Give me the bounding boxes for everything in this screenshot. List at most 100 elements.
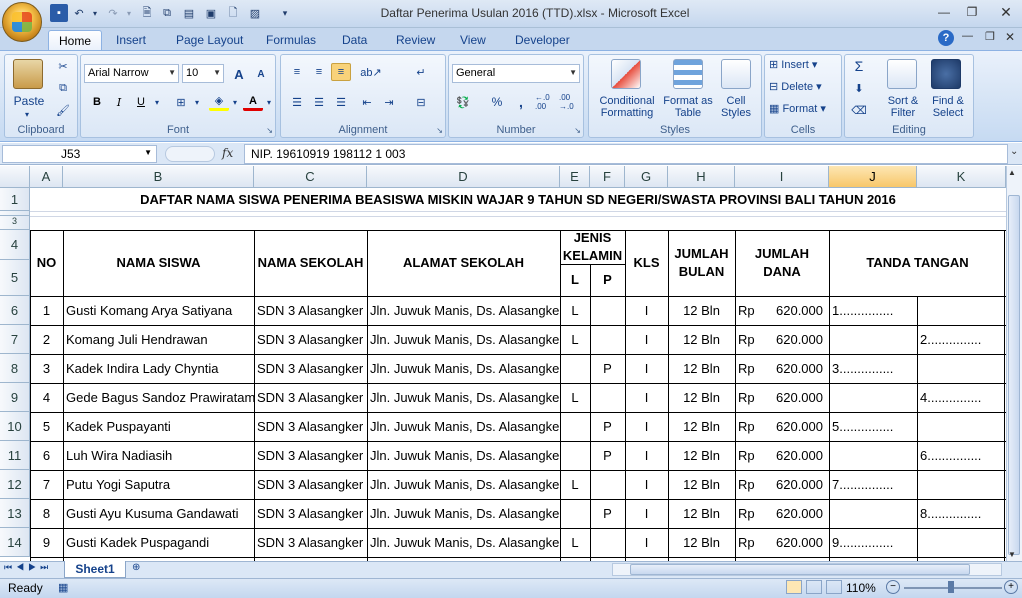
- cell-p[interactable]: [590, 528, 625, 557]
- zoom-slider-thumb[interactable]: [948, 581, 954, 593]
- column-header-e[interactable]: E: [560, 166, 590, 188]
- office-button[interactable]: [2, 2, 42, 42]
- zoom-level[interactable]: 110%: [846, 581, 876, 595]
- cell-jumlah-dana[interactable]: 620.000: [770, 354, 829, 383]
- cell-alamat[interactable]: Jln. Juwuk Manis, Ds. Alasangker: [367, 441, 560, 470]
- column-header-f[interactable]: F: [590, 166, 625, 188]
- sheet-nav-icon[interactable]: ⏮◀▶⏭: [4, 562, 52, 573]
- cell-alamat[interactable]: Jln. Juwuk Manis, Ds. Alasangker: [367, 499, 560, 528]
- cell-jumlah-bulan[interactable]: 12 Bln: [668, 383, 735, 412]
- cell-l[interactable]: L: [560, 325, 590, 354]
- customize-qa-icon[interactable]: ▾: [276, 4, 294, 22]
- cell-rp[interactable]: Rp: [735, 499, 770, 528]
- cell-jumlah-bulan[interactable]: 12 Bln: [668, 528, 735, 557]
- cell-alamat[interactable]: Jln. Juwuk Manis, Ds. Alasangker: [367, 296, 560, 325]
- tab-formulas[interactable]: Formulas: [256, 30, 326, 50]
- cell-jumlah-dana[interactable]: 620.000: [770, 499, 829, 528]
- cell-jumlah-dana[interactable]: 620.000: [770, 470, 829, 499]
- currency-icon[interactable]: 💱: [453, 93, 473, 111]
- cell-alamat[interactable]: Jln. Juwuk Manis, Ds. Alasangker: [367, 528, 560, 557]
- merge-center-icon[interactable]: ⊟: [411, 93, 431, 111]
- header-nama-siswa[interactable]: NAMA SISWA: [63, 230, 254, 296]
- header-tanda-tangan[interactable]: TANDA TANGAN: [829, 230, 1006, 296]
- sheet-title[interactable]: DAFTAR NAMA SISWA PENERIMA BEASISWA MISK…: [30, 188, 1006, 211]
- align-top-icon[interactable]: ≡: [287, 63, 307, 81]
- formula-input[interactable]: NIP. 19610919 198112 1 003: [244, 144, 1008, 164]
- cell-nama-sekolah[interactable]: SDN 3 Alasangker: [254, 499, 367, 528]
- tab-page-layout[interactable]: Page Layout: [166, 30, 253, 50]
- row-header-13[interactable]: 13: [0, 499, 30, 528]
- column-header-d[interactable]: D: [367, 166, 560, 188]
- tab-view[interactable]: View: [450, 30, 496, 50]
- cell-p[interactable]: [590, 383, 625, 412]
- row-header-9[interactable]: 9: [0, 383, 30, 412]
- cell-ttd-j[interactable]: 9...............: [829, 528, 917, 557]
- underline-dropdown-icon[interactable]: ▾: [147, 93, 167, 111]
- header-jumlah-bulan[interactable]: JUMLAH BULAN: [668, 230, 735, 296]
- column-header-a[interactable]: A: [30, 166, 63, 188]
- cut-icon[interactable]: ✂: [53, 57, 73, 75]
- cell-l[interactable]: [560, 441, 590, 470]
- column-header-h[interactable]: H: [668, 166, 735, 188]
- cell-nama-sekolah[interactable]: SDN 3 Alasangker: [254, 296, 367, 325]
- cell-kls[interactable]: I: [625, 325, 668, 354]
- cell-no[interactable]: 8: [30, 499, 63, 528]
- autosum-button[interactable]: Σ: [849, 57, 869, 75]
- paste-dropdown-icon[interactable]: ▾: [17, 109, 37, 121]
- decrease-decimal-button[interactable]: .00 →.0: [559, 93, 581, 111]
- orientation-icon[interactable]: ab↗: [360, 63, 381, 81]
- cell-jumlah-bulan[interactable]: 12 Bln: [668, 412, 735, 441]
- shrink-font-button[interactable]: A: [251, 65, 271, 83]
- cell-ttd-j[interactable]: 1...............: [829, 296, 917, 325]
- comma-button[interactable]: ,: [511, 93, 531, 111]
- cell-no[interactable]: 3: [30, 354, 63, 383]
- column-header-g[interactable]: G: [625, 166, 668, 188]
- cell-p[interactable]: P: [590, 412, 625, 441]
- cell-p[interactable]: [590, 325, 625, 354]
- cell-p[interactable]: P: [590, 499, 625, 528]
- cell-l[interactable]: [560, 354, 590, 383]
- cell-l[interactable]: L: [560, 528, 590, 557]
- cell-ttd-j[interactable]: 5...............: [829, 412, 917, 441]
- cell-no[interactable]: 7: [30, 470, 63, 499]
- cell-ttd-k[interactable]: 4...............: [917, 383, 1006, 412]
- cell-rp[interactable]: Rp: [735, 412, 770, 441]
- row-header-1[interactable]: 1: [0, 188, 30, 211]
- font-dialog-launcher-icon[interactable]: ↘: [266, 126, 273, 135]
- cell-p[interactable]: [590, 470, 625, 499]
- expand-formula-bar-icon[interactable]: ⌄: [1010, 146, 1018, 157]
- cell-l[interactable]: [560, 412, 590, 441]
- cell-nama-siswa[interactable]: Kadek Indira Lady Chyntia: [63, 354, 254, 383]
- row-header-4[interactable]: 4: [0, 230, 30, 260]
- number-format-combo[interactable]: General ▼: [452, 64, 580, 83]
- macro-record-icon[interactable]: ▦: [58, 581, 68, 594]
- row-header-12[interactable]: 12: [0, 470, 30, 499]
- alignment-dialog-launcher-icon[interactable]: ↘: [436, 126, 443, 135]
- cell-alamat[interactable]: Jln. Juwuk Manis, Ds. Alasangker: [367, 325, 560, 354]
- row-header-11[interactable]: 11: [0, 441, 30, 470]
- clear-icon[interactable]: ⌫: [849, 101, 869, 119]
- cell-l[interactable]: L: [560, 296, 590, 325]
- row-header-6[interactable]: 6: [0, 296, 30, 325]
- cell-no[interactable]: 9: [30, 528, 63, 557]
- cell-p[interactable]: P: [590, 354, 625, 383]
- percent-button[interactable]: %: [487, 93, 507, 111]
- cell-nama-siswa[interactable]: Gede Bagus Sandoz Prawiratama: [63, 383, 254, 412]
- column-header-c[interactable]: C: [254, 166, 367, 188]
- cell-ttd-k[interactable]: [917, 412, 1006, 441]
- tab-developer[interactable]: Developer: [505, 30, 580, 50]
- cell-l[interactable]: L: [560, 383, 590, 412]
- sheet-tab-sheet1[interactable]: Sheet1: [64, 561, 126, 578]
- cell-no[interactable]: 1: [30, 296, 63, 325]
- horizontal-scroll-thumb[interactable]: [630, 564, 970, 575]
- header-no[interactable]: NO: [30, 230, 63, 296]
- conditional-formatting-button[interactable]: Conditional Formatting: [591, 95, 663, 119]
- formula-bar-resize-handle[interactable]: [165, 146, 215, 162]
- cell-jumlah-bulan[interactable]: 12 Bln: [668, 354, 735, 383]
- page-layout-view-icon[interactable]: [806, 580, 822, 594]
- cell-rp[interactable]: Rp: [735, 383, 770, 412]
- row-header-5[interactable]: 5: [0, 260, 30, 296]
- normal-view-icon[interactable]: [786, 580, 802, 594]
- help-icon[interactable]: ?: [938, 30, 954, 46]
- column-header-j[interactable]: J: [829, 166, 917, 188]
